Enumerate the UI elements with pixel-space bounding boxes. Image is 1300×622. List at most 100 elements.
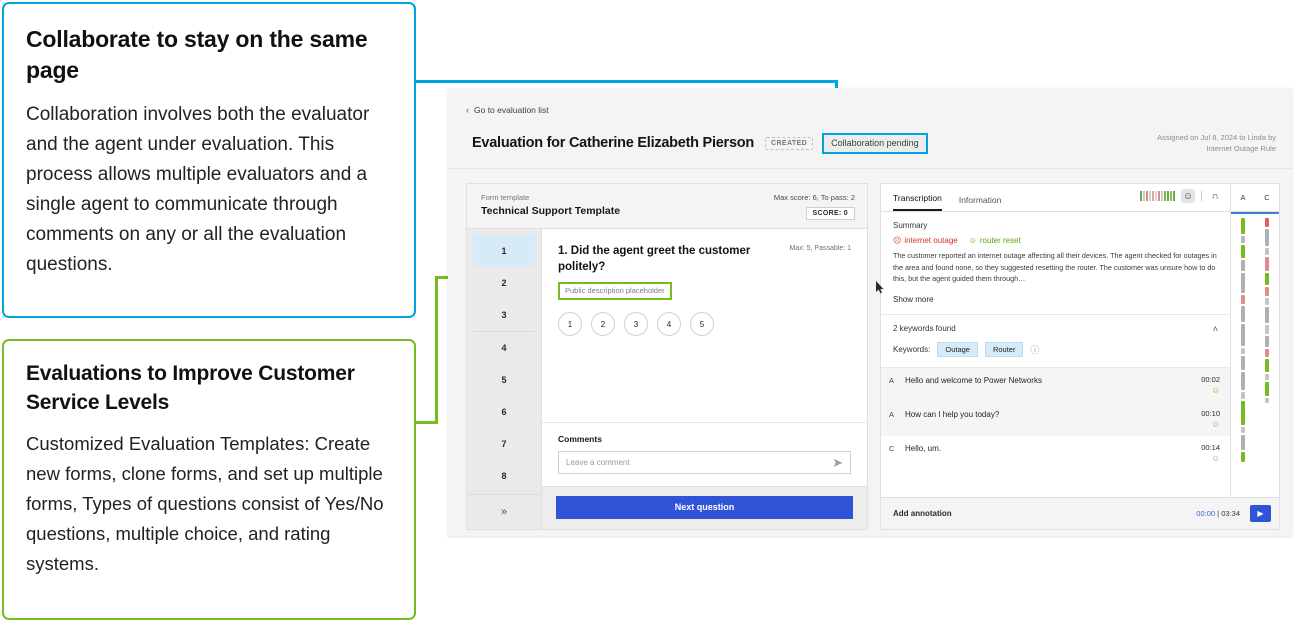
sentiment-strip-bar [1149,191,1151,201]
sentiment-segment-agent [1241,356,1245,370]
transcript-message[interactable]: A Hello and welcome to Power Networks 00:0… [881,367,1230,402]
summary-title: Summary [893,221,928,230]
send-icon[interactable]: ➤ [832,456,843,469]
sentiment-strip-bar [1155,191,1157,201]
question-nav: 12345678 » [467,229,542,529]
sentiment-segment-customer [1265,273,1269,285]
info-icon[interactable]: ⓘ [1030,343,1039,356]
keywords-row: Keywords: Outage Router ⓘ [881,341,1230,367]
sentiment-column-header-c: C [1264,193,1270,202]
transcript-message[interactable]: A How can I help you today? 00:10 ☺ [881,401,1230,436]
transcript-message[interactable]: C Hello, um. 00:14 ☺ [881,436,1230,470]
connector-blue-horizontal [416,80,838,83]
assignment-line-2: Internet Outage Rule [1206,144,1276,153]
sentiment-timeline-body[interactable] [1231,212,1279,497]
sentiment-strip-bar [1164,191,1166,201]
sentiment-timeline-headers: A C [1231,184,1279,212]
rating-button-4[interactable]: 4 [657,312,681,336]
tab-information[interactable]: Information [959,195,1002,211]
callout-collaborate: Collaborate to stay on the same page Col… [2,2,416,318]
summary-section: Summary ☹ internet outage ☺ router reset [881,212,1230,315]
headphone-icon[interactable]: ∩ [1208,189,1222,203]
callout-evaluations: Evaluations to Improve Customer Service … [2,339,416,620]
callout-collaborate-body: Collaboration involves both the evaluato… [26,104,370,275]
sentiment-segment-agent [1241,392,1245,399]
form-score-chip: SCORE: 0 [805,207,855,220]
sentiment-timeline: A C [1230,184,1279,497]
page-header: Evaluation for Catherine Elizabeth Piers… [448,118,1292,158]
question-nav-item-6[interactable]: 6 [473,396,535,428]
sentiment-segment-customer [1265,248,1269,255]
sentiment-strip-bar [1140,191,1142,201]
message-speaker: A [889,409,895,419]
player-current-time: 00:00 [1196,509,1216,518]
rating-button-5[interactable]: 5 [690,312,714,336]
status-badge-created: CREATED [764,136,814,150]
add-annotation-button[interactable]: Add annotation [893,509,952,518]
transcript-message-list: A Hello and welcome to Power Networks 00:0… [881,367,1230,470]
callout-collaborate-title: Collaborate to stay on the same page [26,26,368,83]
play-button[interactable]: ▶ [1250,505,1271,522]
sentiment-segment-agent [1241,372,1245,390]
transcription-tools: ☺ ∩ [1140,189,1222,206]
question-main: 1. Did the agent greet the customer poli… [542,229,867,529]
comment-input[interactable]: Leave a comment ➤ [558,451,851,474]
question-nav-list: 12345678 [467,229,541,494]
next-question-button[interactable]: Next question [556,496,853,519]
sentiment-segment-agent [1241,218,1245,234]
sentiment-segment-customer [1265,229,1269,246]
topic-internet-outage[interactable]: ☹ internet outage [893,236,958,245]
question-nav-item-5[interactable]: 5 [473,364,535,396]
keyword-chip-router[interactable]: Router [984,341,1024,357]
callout-evaluations-title: Evaluations to Improve Customer Service … [26,362,355,414]
question-nav-item-3[interactable]: 3 [473,299,535,332]
transcription-scroll[interactable]: Summary ☹ internet outage ☺ router reset [881,212,1230,497]
tools-divider [1201,191,1202,201]
message-speaker: A [889,375,895,385]
keywords-header[interactable]: 2 keywords found ˄ [881,315,1230,342]
keyword-chip-outage[interactable]: Outage [937,341,978,357]
form-score-limits: Max score: 6, To pass: 2 [773,193,855,202]
message-text: How can I help you today? [905,409,1000,419]
question-nav-expand-button[interactable]: » [467,494,541,529]
sentiment-segment-agent [1241,273,1245,293]
sentiment-strip-bar [1146,191,1148,201]
topic-router-reset[interactable]: ☺ router reset [969,236,1021,245]
message-sentiment-icon: ☺ [1211,418,1220,429]
sentiment-smiley-icon[interactable]: ☺ [1181,189,1195,203]
sentiment-column-customer [1255,214,1279,497]
sentiment-segment-agent [1241,401,1245,425]
sentiment-segment-agent [1241,295,1245,304]
show-more-button[interactable]: Show more [893,295,1218,304]
keywords-count-label: 2 keywords found [893,324,956,333]
chevron-left-icon: ‹ [466,104,469,115]
evaluation-form-pane: Form template Technical Support Template… [466,183,868,530]
question-nav-item-7[interactable]: 7 [473,428,535,460]
rating-button-2[interactable]: 2 [591,312,615,336]
question-nav-item-4[interactable]: 4 [473,332,535,364]
message-timestamp: 00:02 [1201,374,1220,384]
sentiment-column-agent [1231,214,1255,497]
summary-text: The customer reported an internet outage… [893,251,1217,283]
status-badge-collaboration-pending[interactable]: Collaboration pending [822,132,928,154]
question-nav-item-1[interactable]: 1 [473,235,535,267]
topic-internet-outage-label: internet outage [904,236,958,245]
question-nav-item-2[interactable]: 2 [473,267,535,299]
rating-button-1[interactable]: 1 [558,312,582,336]
form-score-info: Max score: 6, To pass: 2 SCORE: 0 [774,193,855,220]
app-window: ‹ Go to evaluation list Evaluation for C… [448,88,1292,536]
transcription-tabs: Transcription Information ☺ ∩ [881,184,1230,212]
sentiment-segment-customer [1265,374,1269,380]
tab-transcription[interactable]: Transcription [893,193,942,211]
sentiment-segment-customer [1265,298,1269,305]
sentiment-segment-agent [1241,306,1245,322]
form-body: 12345678 » 1. Did the agent greet the cu… [467,229,867,529]
sentiment-strip-bar [1167,191,1169,201]
question-nav-item-8[interactable]: 8 [473,460,535,492]
sentiment-segment-agent [1241,245,1245,258]
sentiment-segment-customer [1265,349,1269,357]
connector-green-vertical [435,276,438,424]
rating-button-3[interactable]: 3 [624,312,648,336]
next-question-bar: Next question [542,486,867,529]
breadcrumb-go-to-evaluation-list[interactable]: ‹ Go to evaluation list [448,102,1292,118]
